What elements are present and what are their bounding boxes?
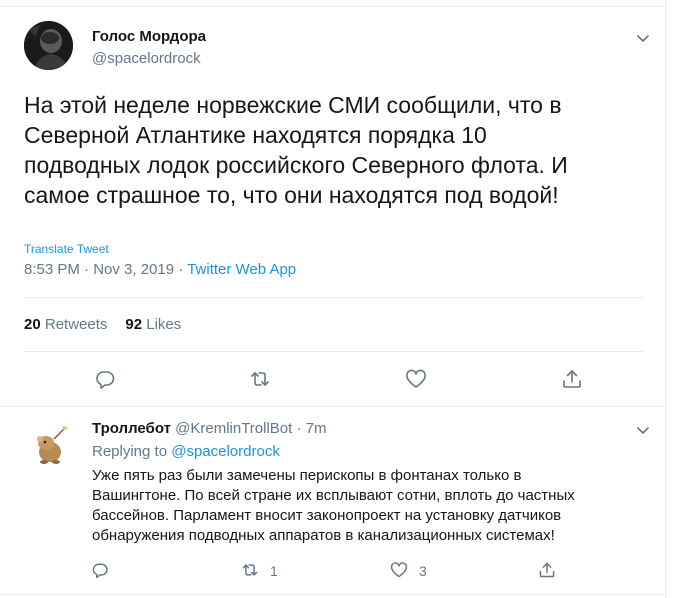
meta-separator: · — [178, 261, 184, 278]
likes-label: Likes — [146, 316, 182, 333]
retweet-icon[interactable] — [249, 368, 271, 390]
share-icon[interactable] — [538, 561, 556, 579]
reply-icon[interactable] — [91, 561, 109, 579]
tweet-time[interactable]: 8:53 PM — [24, 261, 80, 278]
bottom-divider — [0, 594, 666, 595]
tweet-text: На этой неделе норвежские СМИ сообщили, … — [24, 92, 568, 208]
likes-stat[interactable]: 92 Likes — [125, 316, 181, 333]
replying-to: Replying to @spacelordrock — [92, 443, 280, 460]
share-icon[interactable] — [561, 368, 583, 390]
meta-separator: · — [296, 420, 302, 437]
chevron-down-icon[interactable] — [634, 29, 652, 47]
author-avatar[interactable] — [24, 21, 73, 70]
reply-icon[interactable] — [94, 368, 116, 390]
tweet-source[interactable]: Twitter Web App — [187, 261, 296, 278]
meta-separator: · — [84, 261, 90, 278]
retweets-label: Retweets — [44, 316, 108, 333]
tweet-meta: 8:53 PM · Nov 3, 2019 · Twitter Web App — [24, 261, 296, 278]
top-divider — [0, 6, 666, 7]
author-handle[interactable]: @spacelordrock — [92, 50, 201, 67]
heart-icon[interactable] — [405, 368, 427, 390]
divider — [24, 351, 644, 352]
replying-prefix: Replying to — [92, 443, 168, 460]
translate-tweet-link[interactable]: Translate Tweet — [24, 242, 109, 256]
reply-author-name[interactable]: Троллебот — [92, 420, 171, 437]
tweet-date[interactable]: Nov 3, 2019 — [93, 261, 174, 278]
reply-like-count: 3 — [419, 563, 427, 579]
reply-header: Троллебот @KremlinTrollBot · 7m — [92, 420, 327, 437]
reply-text: Уже пять раз были замечены перископы в ф… — [92, 467, 575, 544]
reply-age[interactable]: 7m — [306, 420, 327, 437]
chevron-down-icon[interactable] — [634, 421, 652, 439]
retweets-count: 20 — [24, 316, 41, 333]
reply-author-avatar[interactable] — [24, 419, 73, 468]
retweets-stat[interactable]: 20 Retweets — [24, 316, 107, 333]
reply-author-handle[interactable]: @KremlinTrollBot — [175, 420, 292, 437]
reply-retweet-count: 1 — [270, 563, 278, 579]
author-name[interactable]: Голос Мордора — [92, 28, 206, 45]
retweet-icon[interactable] — [241, 561, 259, 579]
tweet-stats: 20 Retweets 92 Likes — [24, 316, 181, 333]
divider — [24, 297, 644, 298]
replying-mention[interactable]: @spacelordrock — [171, 443, 280, 460]
divider — [0, 406, 666, 407]
likes-count: 92 — [125, 316, 143, 333]
heart-icon[interactable] — [390, 561, 408, 579]
